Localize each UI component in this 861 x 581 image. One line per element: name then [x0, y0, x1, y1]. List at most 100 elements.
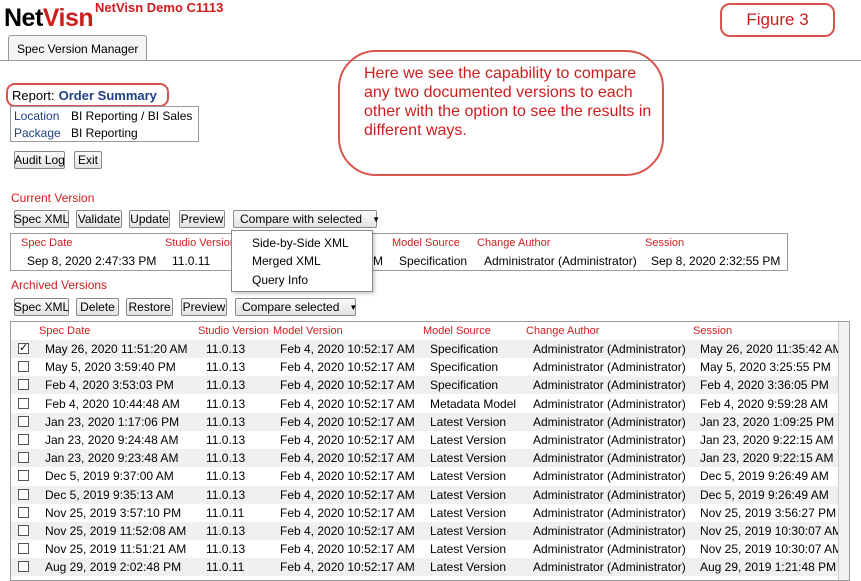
cell-model-version: Feb 4, 2020 10:52:17 AM: [280, 469, 415, 484]
compare-selected-label: Compare selected: [242, 300, 340, 314]
cell-session: Nov 25, 2019 10:30:07 AM: [700, 524, 843, 538]
table-row[interactable]: Nov 25, 2019 11:52:08 AM 11.0.13 Feb 4, 20…: [11, 522, 843, 540]
cell-spec-date: Feb 4, 2020 3:53:03 PM: [45, 378, 174, 393]
cell-change-author: Administrator (Administrator): [533, 360, 686, 375]
table-row[interactable]: May 26, 2020 11:51:20 AM 11.0.13 Feb 4, 20…: [11, 340, 843, 358]
cell-spec-date: Dec 5, 2019 9:35:13 AM: [45, 487, 174, 502]
table-row[interactable]: Jan 23, 2020 9:23:48 AM 11.0.13 Feb 4, 202…: [11, 449, 839, 468]
row-checkbox[interactable]: [18, 379, 29, 391]
cell-model-source: Latest Version: [430, 414, 507, 429]
menu-item-query-info[interactable]: Query Info: [252, 273, 308, 287]
compare-selected-dropdown[interactable]: Compare selected ▼: [235, 298, 357, 316]
cell-spec-date: Feb 4, 2020 10:44:48 AM: [45, 396, 180, 411]
validate-button[interactable]: Validate: [76, 210, 122, 228]
table-row[interactable]: Jan 23, 2020 9:24:48 AM 11.0.13 Feb 4, 202…: [11, 431, 839, 449]
table-row[interactable]: Feb 4, 2020 10:44:48 AM 11.0.13 Feb 4, 202…: [11, 395, 839, 413]
table-row[interactable]: Nov 25, 2019 11:51:21 AM 11.0.13 Feb 4, 20…: [11, 540, 842, 558]
header-studio-version: Studio Version: [198, 325, 269, 337]
report-info-box: Location BI Reporting / BI Sales Package B…: [10, 106, 199, 142]
current-version-table: Spec Date Studio Version Model Source Ch…: [10, 233, 788, 271]
restore-button[interactable]: Restore: [126, 298, 173, 316]
row-checkbox[interactable]: [18, 397, 29, 409]
cell-studio-version: 11.0.13: [206, 378, 246, 393]
row-checkbox[interactable]: [18, 543, 29, 555]
current-preview-button[interactable]: Preview: [179, 210, 225, 228]
header-change-author: Change Author: [526, 325, 600, 337]
cell-session: May 26, 2020 11:35:42 AM: [700, 342, 843, 356]
table-row[interactable]: Nov 25, 2019 3:57:10 PM 11.0.11 Feb 4, 202…: [11, 504, 839, 522]
cell-studio-version: 11.0.13: [206, 360, 246, 375]
cell-spec-date: May 5, 2020 3:59:40 PM: [45, 360, 176, 375]
cell-model-source: Latest Version: [430, 560, 507, 575]
header-model-source: Model Source: [423, 325, 491, 337]
header-studio-version: Studio Version: [165, 237, 236, 249]
cell-change-author: Administrator (Administrator): [533, 560, 686, 575]
archived-spec-xml-button[interactable]: Spec XML: [14, 298, 69, 316]
cell-model-version: Feb 4, 2020 10:52:17 AM: [280, 433, 415, 447]
row-checkbox[interactable]: [18, 561, 29, 573]
cell-model-version: M: [373, 254, 383, 268]
cell-studio-version: 11.0.13: [206, 469, 246, 484]
table-row[interactable]: Sep 8, 2020 2:47:33 PM 11.0.11 M Specifi…: [11, 252, 787, 270]
cell-spec-date: May 26, 2020 11:51:20 AM: [45, 342, 188, 356]
cell-model-version: Feb 4, 2020 10:52:17 AM: [280, 542, 415, 557]
current-version-label: Current Version: [11, 191, 95, 205]
update-button[interactable]: Update: [129, 210, 170, 228]
cell-studio-version: 11.0.13: [206, 524, 246, 538]
row-checkbox[interactable]: [18, 488, 29, 500]
vertical-scrollbar[interactable]: [838, 322, 849, 580]
row-checkbox[interactable]: [18, 470, 29, 482]
compare-with-selected-dropdown[interactable]: Compare with selected ▼: [233, 210, 380, 228]
cell-model-source: Latest Version: [430, 433, 507, 447]
cell-spec-date: Dec 5, 2019 9:37:00 AM: [45, 469, 174, 484]
info-value: BI Reporting: [71, 126, 138, 140]
exit-button[interactable]: Exit: [74, 151, 102, 169]
cell-model-source: Specification: [430, 378, 499, 393]
menu-item-side-by-side-xml[interactable]: Side-by-Side XML: [252, 236, 349, 250]
netvisn-logo: NetVisn: [4, 4, 94, 33]
cell-change-author: Administrator (Administrator): [484, 254, 637, 268]
cell-change-author: Administrator (Administrator): [533, 451, 686, 466]
row-checkbox[interactable]: [18, 452, 29, 464]
cell-studio-version: 11.0.13: [206, 342, 246, 356]
report-name: Order Summary: [58, 87, 157, 103]
row-checkbox[interactable]: [18, 434, 29, 445]
table-row[interactable]: May 5, 2020 3:59:40 PM 11.0.13 Feb 4, 2020…: [11, 358, 839, 376]
header-session: Session: [645, 237, 685, 249]
cell-model-source: Specification: [430, 342, 499, 356]
tab-spec-version-manager[interactable]: Spec Version Manager: [8, 35, 148, 61]
info-value: BI Reporting / BI Sales: [71, 109, 193, 123]
info-key: Package: [14, 126, 61, 140]
row-checkbox[interactable]: [18, 341, 29, 354]
table-row[interactable]: Dec 5, 2019 9:37:00 AM 11.0.13 Feb 4, 2020…: [11, 467, 839, 485]
cell-session: Feb 4, 2020 3:36:05 PM: [700, 378, 829, 393]
cell-studio-version: 11.0.13: [206, 433, 246, 447]
archived-preview-button[interactable]: Preview: [181, 298, 227, 316]
table-row[interactable]: Feb 4, 2020 3:53:03 PM 11.0.13 Feb 4, 2020…: [11, 376, 839, 395]
cell-session: Sep 8, 2020 2:32:55 PM: [651, 254, 781, 268]
cell-model-source: Latest Version: [430, 451, 507, 466]
logo-net: Net: [4, 4, 43, 32]
delete-button[interactable]: Delete: [76, 298, 119, 316]
report-label: Report:: [12, 87, 55, 103]
row-checkbox[interactable]: [18, 361, 29, 373]
cell-model-version: Feb 4, 2020 10:52:17 AM: [280, 414, 415, 429]
cell-studio-version: 11.0.11: [206, 560, 245, 575]
cell-change-author: Administrator (Administrator): [533, 342, 686, 356]
row-checkbox[interactable]: [18, 525, 29, 536]
audit-log-button[interactable]: Audit Log: [14, 151, 65, 169]
cell-model-source: Metadata Model: [430, 396, 517, 411]
table-row[interactable]: Aug 29, 2019 2:02:48 PM 11.0.11 Feb 4, 202…: [11, 558, 839, 577]
cell-session: Dec 5, 2019 9:26:49 AM: [700, 487, 829, 502]
annotation-callout: Here we see the capability to compare an…: [338, 50, 664, 176]
cell-model-source: Latest Version: [430, 487, 507, 502]
report-title: Report: Order Summary: [6, 83, 169, 107]
row-checkbox[interactable]: [18, 415, 29, 427]
cell-model-version: Feb 4, 2020 10:52:17 AM: [280, 487, 415, 502]
table-row[interactable]: Dec 5, 2019 9:35:13 AM 11.0.13 Feb 4, 2020…: [11, 485, 839, 504]
current-spec-xml-button[interactable]: Spec XML: [14, 210, 69, 228]
row-checkbox[interactable]: [18, 506, 29, 518]
table-row[interactable]: Jan 23, 2020 1:17:06 PM 11.0.13 Feb 4, 202…: [11, 412, 839, 431]
menu-item-merged-xml[interactable]: Merged XML: [252, 254, 321, 268]
cell-session: Nov 25, 2019 3:56:27 PM: [700, 505, 837, 520]
